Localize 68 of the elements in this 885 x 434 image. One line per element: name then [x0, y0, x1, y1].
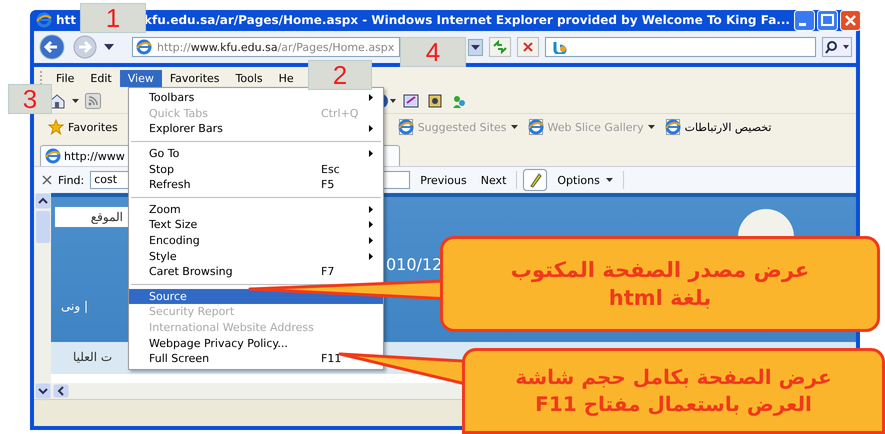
menu-option[interactable]: Style — [129, 248, 383, 264]
find-button[interactable]: Next — [476, 172, 510, 188]
find-label: Find: — [58, 174, 84, 186]
menu-item[interactable]: File — [48, 70, 82, 86]
menu-option[interactable]: Go To — [129, 146, 383, 162]
dropdown-caret-icon — [510, 125, 518, 129]
address-field[interactable]: http://www.kfu.edu.sa/ar/Pages/Home.aspx — [132, 37, 400, 57]
scroll-down-icon[interactable] — [34, 383, 50, 399]
menu-item[interactable]: Edit — [82, 70, 120, 86]
maximize-icon[interactable] — [816, 10, 838, 30]
scroll-left-icon[interactable] — [53, 384, 69, 398]
callout-bubble: عرض مصدر الصفحة المكتوب بلغة html — [440, 236, 880, 332]
menu-item[interactable]: Favorites — [162, 70, 228, 86]
page-icon — [398, 119, 414, 135]
dropdown-caret-icon[interactable] — [104, 44, 114, 50]
shortcut-text: F11 — [321, 352, 342, 366]
options-button[interactable]: Options — [553, 172, 617, 188]
menu-item[interactable]: Tools — [228, 70, 271, 86]
menu-option[interactable]: Refresh F5 — [129, 176, 383, 193]
scroll-thumb[interactable] — [36, 211, 50, 243]
highlighter-pen-icon[interactable] — [523, 169, 548, 191]
dropdown-caret-icon — [648, 125, 655, 129]
page-icon — [528, 119, 544, 135]
window-title: htt — [56, 13, 76, 27]
refresh-icon[interactable] — [489, 37, 511, 57]
menu-item[interactable]: View — [120, 70, 162, 86]
menu-option[interactable]: Text Size — [129, 217, 383, 233]
scroll-up-icon[interactable] — [34, 193, 50, 209]
feed-icon[interactable] — [85, 93, 101, 109]
date-text: 010/12 — [386, 255, 442, 274]
step-number-label: 2 — [308, 60, 372, 90]
dropdown-caret-icon — [606, 178, 613, 182]
menu-option[interactable]: Encoding — [129, 232, 383, 248]
step-number-label: 4 — [400, 37, 466, 67]
dropdown-caret-icon[interactable] — [72, 99, 79, 103]
browser-logo-icon — [45, 148, 61, 164]
menu-option[interactable]: Stop Esc — [129, 161, 383, 177]
menu-option[interactable]: Webpage Privacy Policy... — [129, 335, 383, 351]
dropdown-caret-icon[interactable] — [468, 38, 483, 56]
close-icon[interactable] — [42, 175, 52, 185]
vertical-scrollbar[interactable] — [34, 193, 51, 399]
shortcut-text: Ctrl+Q — [321, 106, 360, 120]
minimize-icon[interactable] — [794, 10, 815, 30]
address-text: http://www.kfu.edu.sa/ar/Pages/Home.aspx — [157, 40, 396, 54]
menu-item[interactable]: He — [270, 70, 302, 86]
window-title: kfu.edu.sa/ar/Pages/Home.aspx - Windows Internet Explorer provided by Welcome To King Fa... — [144, 13, 790, 27]
shortcut-text: Esc — [321, 162, 341, 176]
page-text: ونى | — [61, 299, 88, 313]
favorites-link[interactable]: Favorites — [48, 119, 118, 135]
step-number-label: 3 — [8, 84, 52, 114]
step-number-label: 1 — [80, 3, 146, 33]
search-icon[interactable] — [822, 37, 852, 57]
page-icon — [664, 119, 681, 135]
star-icon — [48, 119, 64, 135]
favorites-link[interactable]: تخصيص الارتباطات — [664, 119, 772, 135]
shortcut-text: F7 — [321, 265, 336, 278]
shortcut-text: F5 — [321, 178, 336, 192]
menu-option[interactable]: Explorer Bars — [129, 121, 383, 137]
menu-option[interactable]: Zoom — [129, 202, 383, 218]
page-icon — [136, 39, 152, 55]
callout-bubble: عرض الصفحة بكامل حجم شاشة العرض باستعمال مفتاح F11 — [462, 348, 885, 434]
browser-logo-icon — [36, 12, 52, 28]
find-button[interactable]: Previous — [416, 172, 471, 188]
search-field[interactable] — [545, 37, 816, 57]
page-link[interactable]: الموقع — [55, 207, 131, 227]
stop-icon[interactable] — [517, 37, 539, 57]
nav-link[interactable]: ت العليا — [73, 350, 112, 364]
menu-option[interactable]: Caret Browsing F7 — [129, 264, 383, 280]
